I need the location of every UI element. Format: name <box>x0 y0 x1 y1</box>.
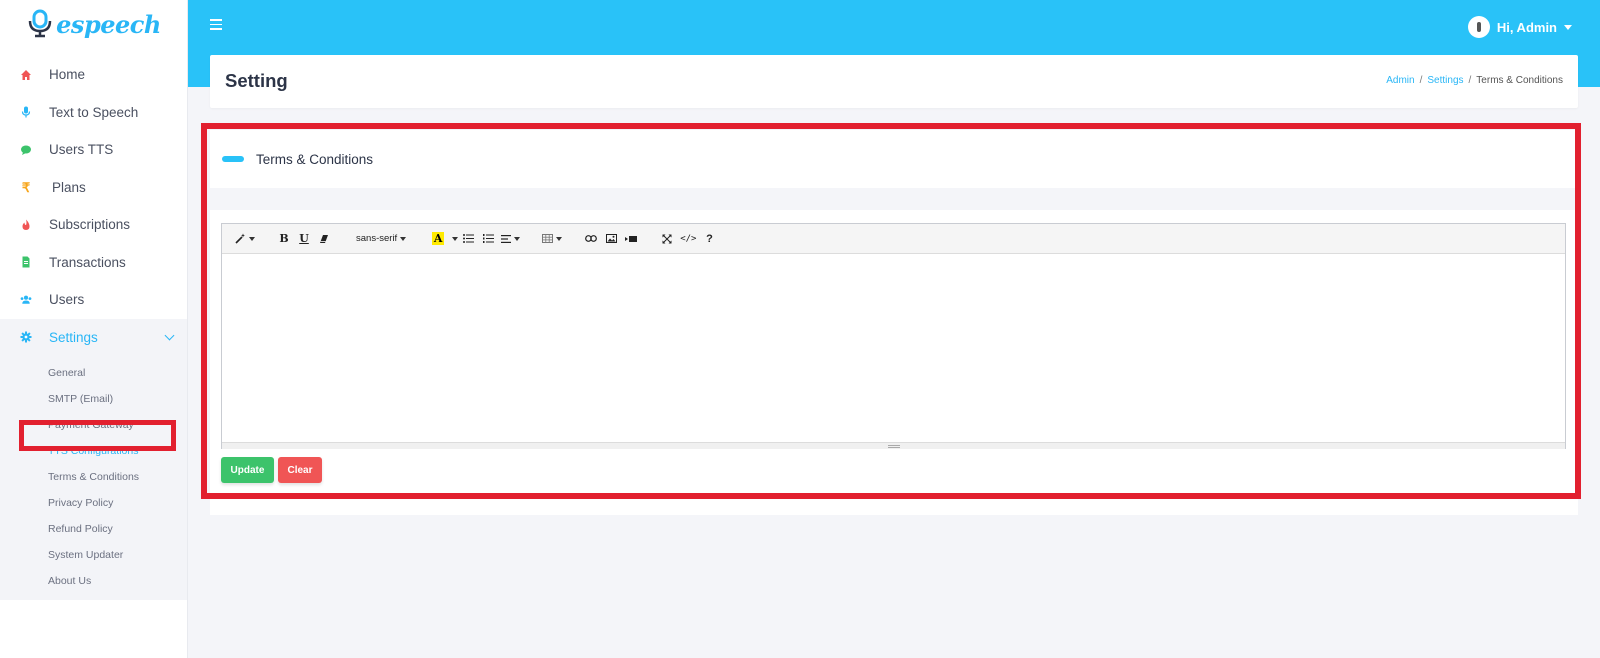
submenu-item-privacy-policy[interactable]: Privacy Policy <box>0 490 187 516</box>
accent-pill <box>222 156 244 162</box>
font-family-label: sans-serif <box>356 233 398 244</box>
underline-button[interactable]: U <box>294 229 314 249</box>
text-color-button[interactable]: A <box>428 229 448 249</box>
sidebar-item-home[interactable]: Home <box>0 56 187 94</box>
brand-logo[interactable]: espeech <box>0 0 187 48</box>
card-header: Terms & Conditions <box>210 130 1578 188</box>
ordered-list-icon[interactable] <box>478 229 498 249</box>
user-menu[interactable]: Hi, Admin <box>1467 16 1572 38</box>
card-divider <box>210 188 1578 210</box>
sidebar-item-label: Text to Speech <box>49 104 139 120</box>
editor-toolbar: B U sans-serif A </> ? <box>222 224 1565 254</box>
submenu-item-system-updater[interactable]: System Updater <box>0 542 187 568</box>
submenu-item-terms-conditions[interactable]: Terms & Conditions <box>0 464 187 490</box>
card-title: Terms & Conditions <box>256 151 374 167</box>
comment-icon <box>20 144 32 156</box>
sidebar-item-label: Users TTS <box>49 142 114 158</box>
highlight-a-icon: A <box>431 232 445 245</box>
submenu-item-about-us[interactable]: About Us <box>0 568 187 594</box>
submenu-item-smtp-email[interactable]: SMTP (Email) <box>0 386 187 412</box>
sidebar-item-plans[interactable]: ₹ Plans <box>0 169 187 207</box>
home-icon <box>20 69 32 81</box>
microphone-logo-icon <box>28 9 52 38</box>
rich-text-editor: B U sans-serif A </> ? <box>221 223 1566 449</box>
sidebar-item-label: Home <box>49 67 86 83</box>
sidebar-item-label: Users <box>49 292 85 308</box>
text-color-dropdown[interactable] <box>448 229 458 249</box>
fullscreen-icon[interactable] <box>657 229 677 249</box>
video-icon[interactable] <box>621 229 641 249</box>
breadcrumb-separator: / <box>1468 75 1472 86</box>
eraser-icon[interactable] <box>314 229 334 249</box>
user-greeting: Hi, Admin <box>1496 19 1557 35</box>
avatar <box>1467 16 1490 38</box>
sidebar-item-label: Settings <box>49 329 98 345</box>
users-icon <box>20 294 32 306</box>
caret-down-icon <box>1564 24 1572 30</box>
breadcrumb-settings[interactable]: Settings <box>1427 75 1463 86</box>
submenu-item-payment-gateway[interactable]: Payment Gateway <box>0 412 187 438</box>
image-icon[interactable] <box>601 229 621 249</box>
rupee-icon: ₹ <box>21 179 31 195</box>
editor-resize-handle[interactable] <box>222 442 1565 449</box>
breadcrumb-admin[interactable]: Admin <box>1386 75 1414 86</box>
sidebar-item-users[interactable]: Users <box>0 281 187 319</box>
sidebar-item-transactions[interactable]: Transactions <box>0 244 187 282</box>
file-invoice-icon <box>20 256 32 268</box>
link-icon[interactable] <box>581 229 601 249</box>
sidebar-item-settings[interactable]: Settings <box>0 318 187 356</box>
update-button[interactable]: Update <box>221 457 274 483</box>
page-title: Setting <box>225 70 288 91</box>
submenu-item-general[interactable]: General <box>0 360 187 386</box>
sidebar-item-text-to-speech[interactable]: Text to Speech <box>0 94 187 132</box>
microphone-icon <box>20 106 32 118</box>
page-header-card: Setting Admin / Settings / Terms & Condi… <box>210 55 1578 108</box>
hamburger-menu-icon[interactable] <box>210 19 222 30</box>
sidebar-item-label: Transactions <box>49 254 126 270</box>
breadcrumb-separator: / <box>1419 75 1423 86</box>
sidebar-item-label: Subscriptions <box>49 217 131 233</box>
bold-button[interactable]: B <box>274 229 294 249</box>
sidebar-item-users-tts[interactable]: Users TTS <box>0 131 187 169</box>
submenu-item-refund-policy[interactable]: Refund Policy <box>0 516 187 542</box>
unordered-list-icon[interactable] <box>458 229 478 249</box>
table-icon[interactable] <box>539 229 565 249</box>
chevron-down-icon <box>164 330 175 341</box>
clear-button[interactable]: Clear <box>278 457 322 483</box>
align-left-icon[interactable] <box>498 229 523 249</box>
sidebar: espeech Home Text to Speech Users TTS ₹ … <box>0 0 188 658</box>
editor-content-area[interactable] <box>222 254 1565 442</box>
terms-conditions-card: Terms & Conditions B U sans-serif A </> … <box>210 130 1578 515</box>
fire-icon <box>20 219 32 231</box>
sidebar-item-subscriptions[interactable]: Subscriptions <box>0 206 187 244</box>
submenu-item-tts-configurations[interactable]: TTS Configurations <box>0 438 187 464</box>
brand-name: espeech <box>56 9 161 39</box>
style-magic-wand-icon[interactable] <box>232 229 258 249</box>
breadcrumb-current: Terms & Conditions <box>1476 75 1563 86</box>
settings-submenu: General SMTP (Email) Payment Gateway TTS… <box>0 356 187 600</box>
breadcrumb: Admin / Settings / Terms & Conditions <box>1386 75 1563 86</box>
sidebar-item-label: Plans <box>52 179 86 195</box>
code-view-button[interactable]: </> <box>677 229 699 249</box>
help-button[interactable]: ? <box>699 229 719 249</box>
font-family-dropdown[interactable]: sans-serif <box>350 229 412 249</box>
gear-icon <box>20 331 32 343</box>
top-navbar: Hi, Admin <box>188 0 1600 55</box>
